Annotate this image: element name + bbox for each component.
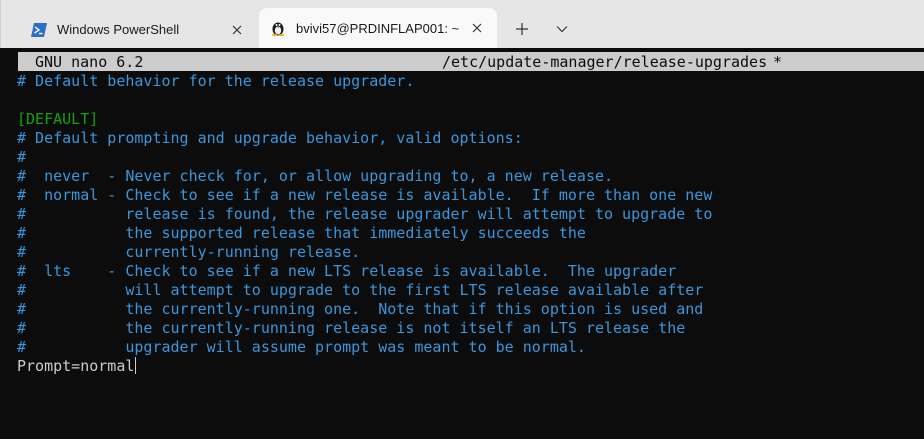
tab-dropdown-button[interactable] (551, 18, 573, 40)
tab-label: bvivi57@PRDINFLAP001: ~ (296, 20, 460, 36)
editor-line: # normal - Check to see if a new release… (17, 186, 713, 204)
chevron-down-icon (556, 26, 568, 33)
linux-penguin-icon (270, 20, 286, 36)
prompt-setting: Prompt=normal (17, 357, 135, 375)
editor-line-section: [DEFAULT] (17, 110, 99, 128)
editor-line: # release is found, the release upgrader… (17, 205, 713, 223)
editor-line: # the currently-running release is not i… (17, 319, 686, 337)
editor-line: # lts - Check to see if a new LTS releas… (17, 262, 677, 280)
tab-bar: Windows PowerShell bvivi57@PRDINFLAP001:… (0, 0, 924, 48)
editor-line: # the supported release that immediately… (17, 224, 586, 242)
editor-line: # will attempt to upgrade to the first L… (17, 281, 704, 299)
powershell-icon (31, 22, 47, 38)
nano-version: GNU nano 6.2 (35, 53, 144, 71)
editor-line: # upgrader will assume prompt was meant … (17, 338, 586, 356)
editor-line: # the currently-running one. Note that i… (17, 300, 704, 318)
plus-icon (516, 23, 528, 35)
editor-line: # (17, 148, 27, 166)
text-cursor (135, 357, 137, 374)
nano-title-bar: GNU nano 6.2 /etc/update-manager/release… (18, 52, 924, 71)
editor-line: # Default behavior for the release upgra… (17, 72, 415, 90)
modified-indicator: * (773, 53, 783, 71)
tab-windows-powershell[interactable]: Windows PowerShell (19, 11, 257, 48)
terminal-pane[interactable]: GNU nano 6.2 /etc/update-manager/release… (9, 48, 924, 439)
editor-line: # Default prompting and upgrade behavior… (17, 129, 523, 147)
editor-line-current: Prompt=normal (17, 357, 712, 376)
editor-line: # currently-running release. (17, 243, 361, 261)
tab-label: Windows PowerShell (57, 22, 180, 37)
new-tab-button[interactable] (511, 18, 533, 40)
close-icon[interactable] (229, 22, 245, 38)
editor-line: # never - Never check for, or allow upgr… (17, 167, 614, 185)
tab-ubuntu[interactable]: bvivi57@PRDINFLAP001: ~ (259, 8, 497, 48)
close-icon[interactable] (469, 20, 485, 36)
nano-filename: /etc/update-manager/release-upgrades (442, 53, 768, 71)
editor-buffer[interactable]: # Default behavior for the release upgra… (17, 72, 712, 376)
